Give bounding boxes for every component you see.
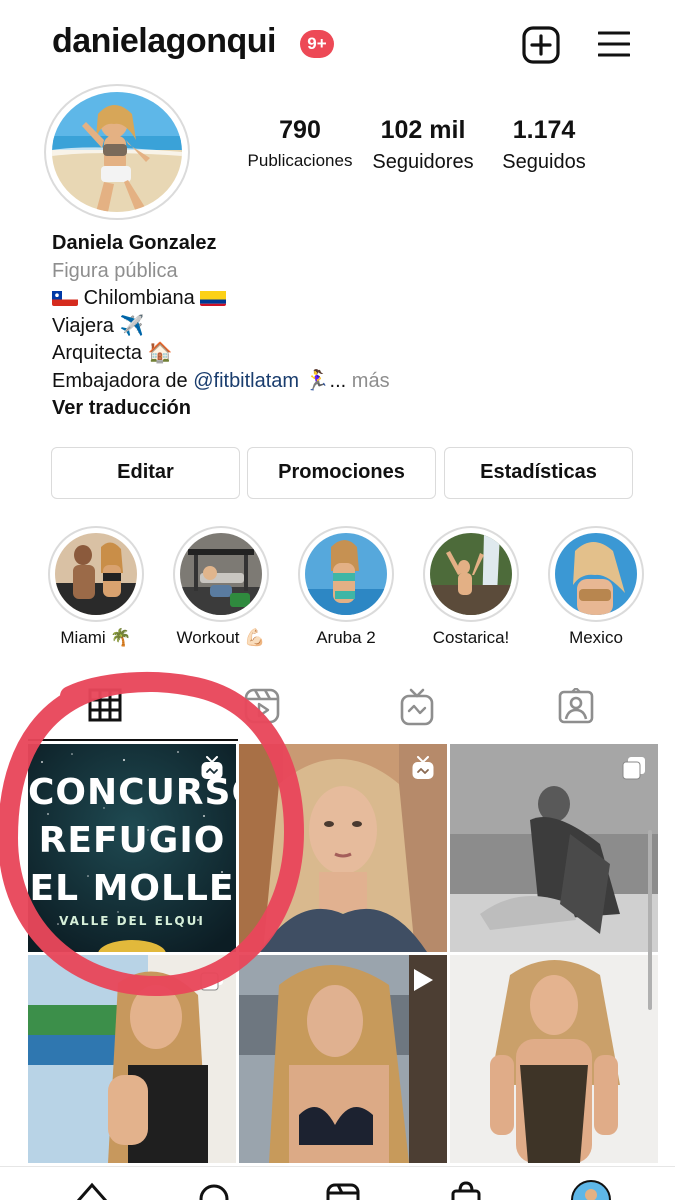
search-icon[interactable] <box>198 1181 230 1200</box>
profile-tabs <box>28 680 658 742</box>
scrollbar[interactable] <box>648 830 652 1010</box>
post-black-white[interactable] <box>450 744 658 952</box>
promotions-button[interactable]: Promociones <box>247 447 436 499</box>
chile-flag-icon <box>52 289 78 306</box>
video-badge-icon <box>414 969 433 991</box>
bio-line-architect: Arquitecta 🏠 <box>52 342 173 364</box>
account-category: Figura pública <box>52 259 178 282</box>
display-name: Daniela Gonzalez <box>52 232 217 254</box>
highlight-workout[interactable]: Workout 💪🏻 <box>171 526 271 648</box>
mention-link[interactable]: @fitbitlatam <box>193 370 299 392</box>
igtv-badge-icon <box>201 756 223 779</box>
bio-ambassador-prefix: Embajadora de <box>52 369 194 392</box>
highlight-label: Mexico <box>569 628 623 647</box>
post-image <box>450 955 658 1163</box>
home-icon[interactable] <box>76 1181 108 1200</box>
stat-following[interactable]: 1.174 Seguidos <box>490 116 598 174</box>
carousel-badge-icon <box>622 757 645 780</box>
highlight-costarica[interactable]: Costarica! <box>421 526 521 648</box>
shop-icon[interactable] <box>450 1181 482 1200</box>
poster-line-2: REFUGIO <box>38 820 226 861</box>
highlight-thumbnail <box>180 533 262 615</box>
bio-line-ambassador: Embajadora de @fitbitlatam 🏃‍♀️... más <box>52 368 652 396</box>
following-label: Seguidos <box>502 151 586 173</box>
highlight-aruba[interactable]: Aruba 2 <box>296 526 396 648</box>
igtv-badge-icon <box>412 756 434 779</box>
reels-nav-icon[interactable] <box>326 1181 360 1200</box>
bio-line-nationality: Chilombiana <box>52 285 652 313</box>
profile-nav-avatar[interactable] <box>570 1179 612 1200</box>
highlight-ring <box>423 526 519 622</box>
stat-posts[interactable]: 790 Publicaciones <box>244 116 356 171</box>
post-bodysuit[interactable] <box>450 955 658 1163</box>
edit-profile-button[interactable]: Editar <box>51 447 240 499</box>
insights-button[interactable]: Estadísticas <box>444 447 633 499</box>
highlight-thumbnail <box>430 533 512 615</box>
post-portrait-selfie[interactable] <box>239 744 447 952</box>
profile-avatar[interactable] <box>44 84 190 220</box>
bio-line-traveler: Viajera ✈️ <box>52 314 145 337</box>
profile-header: danielagonqui 9+ <box>0 0 675 90</box>
followers-count: 102 mil <box>380 116 466 144</box>
highlight-ring <box>48 526 144 622</box>
highlight-ring <box>548 526 644 622</box>
posts-label: Publicaciones <box>247 151 353 170</box>
post-contest-poster[interactable]: CONCURSO REFUGIO EL MOLLE VALLE DEL ELQU… <box>28 744 236 952</box>
highlight-label: Workout 💪🏻 <box>176 628 266 647</box>
carousel-badge-icon <box>200 968 223 991</box>
highlight-ring <box>298 526 394 622</box>
highlight-label: Aruba 2 <box>316 628 376 647</box>
poster-subtitle: VALLE DEL ELQUI <box>59 914 205 928</box>
colombia-flag-icon <box>200 289 227 306</box>
plus-square-icon[interactable] <box>522 26 560 64</box>
more-link[interactable]: más <box>352 370 390 392</box>
bio-ambassador-suffix: 🏃‍♀️... <box>299 369 352 392</box>
highlight-ring <box>173 526 269 622</box>
username[interactable]: danielagonqui <box>52 22 276 61</box>
profile-bio: Daniela Gonzalez Figura pública Chilombi… <box>52 230 652 423</box>
igtv-icon[interactable] <box>400 688 434 726</box>
tagged-icon[interactable] <box>558 688 594 724</box>
followers-label: Seguidores <box>372 151 474 173</box>
following-count: 1.174 <box>512 116 576 144</box>
highlight-miami[interactable]: Miami 🌴 <box>46 526 146 648</box>
see-translation-link[interactable]: Ver traducción <box>52 395 652 423</box>
post-balcony[interactable] <box>28 955 236 1163</box>
post-swimwear[interactable] <box>239 955 447 1163</box>
highlight-thumbnail <box>55 533 137 615</box>
notification-badge[interactable]: 9+ <box>300 30 334 58</box>
highlight-thumbnail <box>305 533 387 615</box>
highlight-label: Costarica! <box>432 628 510 647</box>
posts-grid: CONCURSO REFUGIO EL MOLLE VALLE DEL ELQU… <box>28 744 658 1164</box>
active-tab-indicator <box>28 739 238 741</box>
highlight-thumbnail <box>555 533 637 615</box>
grid-icon[interactable] <box>88 688 122 722</box>
highlight-mexico[interactable]: Mexico <box>546 526 646 648</box>
bottom-navigation <box>0 1166 675 1200</box>
highlight-label: Miami 🌴 <box>60 628 132 647</box>
reels-icon[interactable] <box>244 688 280 724</box>
bio-nationality-text: Chilombiana <box>83 287 195 309</box>
stat-followers[interactable]: 102 mil Seguidores <box>364 116 482 174</box>
avatar-photo <box>52 92 182 212</box>
poster-line-3: EL MOLLE <box>29 868 235 909</box>
hamburger-menu-icon[interactable] <box>598 30 630 58</box>
posts-count: 790 <box>279 116 321 144</box>
